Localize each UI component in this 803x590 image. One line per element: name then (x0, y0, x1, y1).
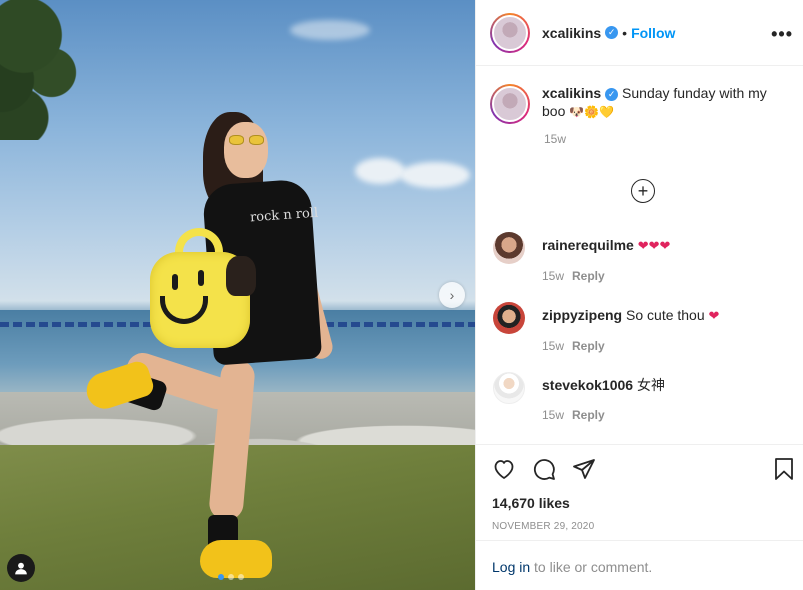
cloud (400, 162, 470, 188)
plus-icon: + (637, 180, 649, 201)
smiley-eye (198, 270, 204, 286)
avatar-image (492, 86, 528, 122)
post-photo[interactable]: rock n roll › (0, 0, 475, 590)
carousel-dot (238, 574, 244, 580)
comment-username[interactable]: stevekok1006 (542, 377, 633, 393)
comment-username[interactable]: zippyzipeng (542, 307, 622, 323)
share-paper-plane-icon[interactable] (572, 457, 596, 481)
heart-emojis: ❤ (708, 308, 720, 323)
comment: zippyzipeng So cute thou ❤ 15w Reply (493, 302, 793, 372)
comment: rainerequilme ❤❤❤ 15w Reply (493, 232, 793, 302)
reply-button[interactable]: Reply (572, 408, 605, 422)
login-link[interactable]: Log in (492, 559, 530, 575)
caption-emojis: 🐶🌼💛 (569, 105, 615, 119)
reply-button[interactable]: Reply (572, 339, 605, 353)
smiley-eye (172, 274, 178, 290)
caption: xcalikins ✓ Sunday funday with my boo 🐶🌼💛… (476, 66, 803, 170)
comment-timestamp[interactable]: 15w (542, 408, 564, 422)
reply-button[interactable]: Reply (572, 269, 605, 283)
user-icon (15, 562, 27, 575)
post-actions: 14,670 likes NOVEMBER 29, 2020 (476, 444, 803, 540)
like-count[interactable]: 14,670 likes (492, 495, 788, 511)
comment-text: So cute thou (626, 307, 705, 323)
tagged-users-button[interactable] (7, 554, 35, 582)
login-prompt-text: to like or comment. (530, 559, 653, 575)
comment-timestamp[interactable]: 15w (542, 339, 564, 353)
caption-timestamp[interactable]: 15w (544, 132, 789, 146)
commenter-avatar[interactable] (493, 302, 525, 334)
comment-list: rainerequilme ❤❤❤ 15w Reply zippyzipeng S… (493, 232, 793, 442)
cloud (290, 20, 370, 40)
carousel-dot (228, 574, 234, 580)
author-username[interactable]: xcalikins (542, 25, 601, 41)
chevron-right-icon: › (449, 287, 455, 303)
tree (0, 0, 90, 140)
carousel-indicator (218, 574, 244, 580)
post-header: xcalikins ✓ • Follow ••• (476, 0, 803, 66)
comment-text: 女神 (636, 377, 665, 393)
commenter-avatar[interactable] (493, 232, 525, 264)
caption-avatar[interactable] (490, 84, 530, 124)
next-photo-button[interactable]: › (439, 282, 465, 308)
comment-timestamp[interactable]: 15w (542, 269, 564, 283)
follow-button[interactable]: Follow (631, 25, 675, 41)
bookmark-icon[interactable] (772, 457, 796, 481)
comment-bubble-icon[interactable] (532, 457, 556, 481)
comment-username[interactable]: rainerequilme (542, 237, 634, 253)
verified-badge-icon: ✓ (605, 26, 619, 39)
avatar-image (492, 14, 528, 51)
commenter-avatar[interactable] (493, 372, 525, 404)
caption-username[interactable]: xcalikins (542, 85, 601, 101)
sunglasses (229, 135, 267, 145)
post-side-panel: xcalikins ✓ • Follow ••• xcalikins ✓ Sund… (475, 0, 803, 590)
separator: • (622, 24, 628, 41)
caption-text: xcalikins ✓ Sunday funday with my boo 🐶🌼💛 (542, 84, 782, 121)
comment: stevekok1006 女神 15w Reply (493, 372, 793, 442)
login-prompt: Log in to like or comment. (476, 540, 803, 590)
carousel-dot (218, 574, 224, 580)
load-more-comments-button[interactable]: + (631, 179, 655, 203)
like-heart-icon[interactable] (492, 457, 516, 481)
cloud (355, 158, 405, 184)
post-date: NOVEMBER 29, 2020 (492, 521, 595, 532)
instagram-post: rock n roll › xcalikins ✓ • Follow ••• x… (0, 0, 803, 590)
yellow-croc (200, 540, 272, 578)
more-options-icon[interactable]: ••• (771, 24, 793, 45)
heart-emojis: ❤❤❤ (637, 238, 671, 253)
author-avatar[interactable] (490, 12, 530, 53)
face (224, 122, 268, 178)
verified-badge-icon: ✓ (605, 87, 619, 101)
chihuahua (226, 256, 256, 296)
